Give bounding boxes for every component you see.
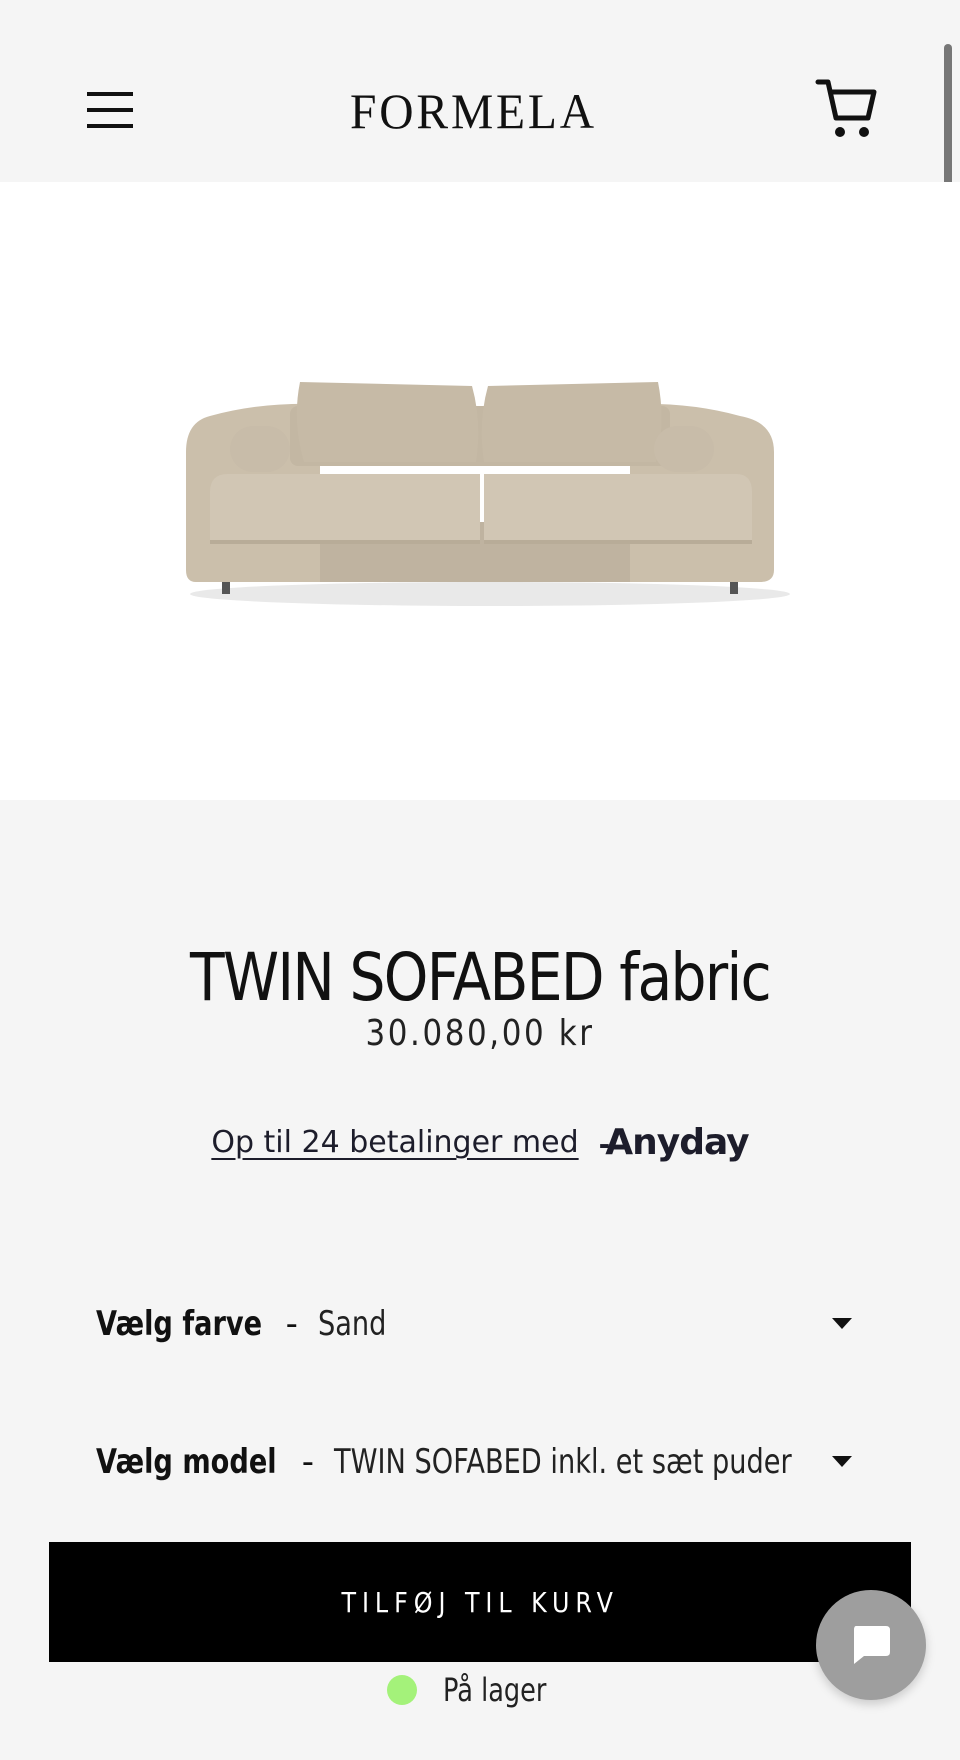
stock-status-text: På lager [443,1671,547,1709]
shopping-cart-icon[interactable] [814,76,880,142]
chevron-down-icon[interactable] [832,1456,852,1467]
model-select[interactable]: Vælg model - TWIN SOFABED inkl. et sæt p… [96,1430,862,1494]
model-select-value: TWIN SOFABED inkl. et sæt puder [334,1442,792,1482]
sofa-image [186,382,790,606]
chat-button[interactable] [816,1590,926,1700]
anyday-payment: Op til 24 betalinger med -Anyday [0,1116,960,1168]
chevron-down-icon[interactable] [832,1318,852,1329]
hamburger-menu-icon[interactable] [80,82,140,138]
product-price: 30.080,00 kr [365,1013,595,1054]
color-select-value: Sand [317,1304,387,1344]
add-to-cart-button[interactable]: TILFØJ TIL KURV [49,1542,911,1662]
product-image[interactable] [0,182,960,800]
model-select-label: Vælg model [96,1442,277,1482]
color-select-label: Vælg farve [96,1304,263,1344]
product-title: TWIN SOFABED fabric [190,939,772,1017]
site-header: FORMELA [0,0,960,182]
stock-indicator-dot [387,1675,418,1705]
color-select-separator: - [285,1304,298,1344]
chat-bubble-icon [854,1626,890,1664]
model-select-separator: - [301,1442,315,1482]
stock-status: På lager [0,1668,960,1712]
anyday-payment-link[interactable]: Op til 24 betalinger med [211,1125,578,1160]
brand-logo[interactable]: FORMELA [330,84,630,138]
anyday-logo[interactable]: -Anyday [599,1122,750,1163]
color-select[interactable]: Vælg farve - Sand [96,1292,862,1356]
